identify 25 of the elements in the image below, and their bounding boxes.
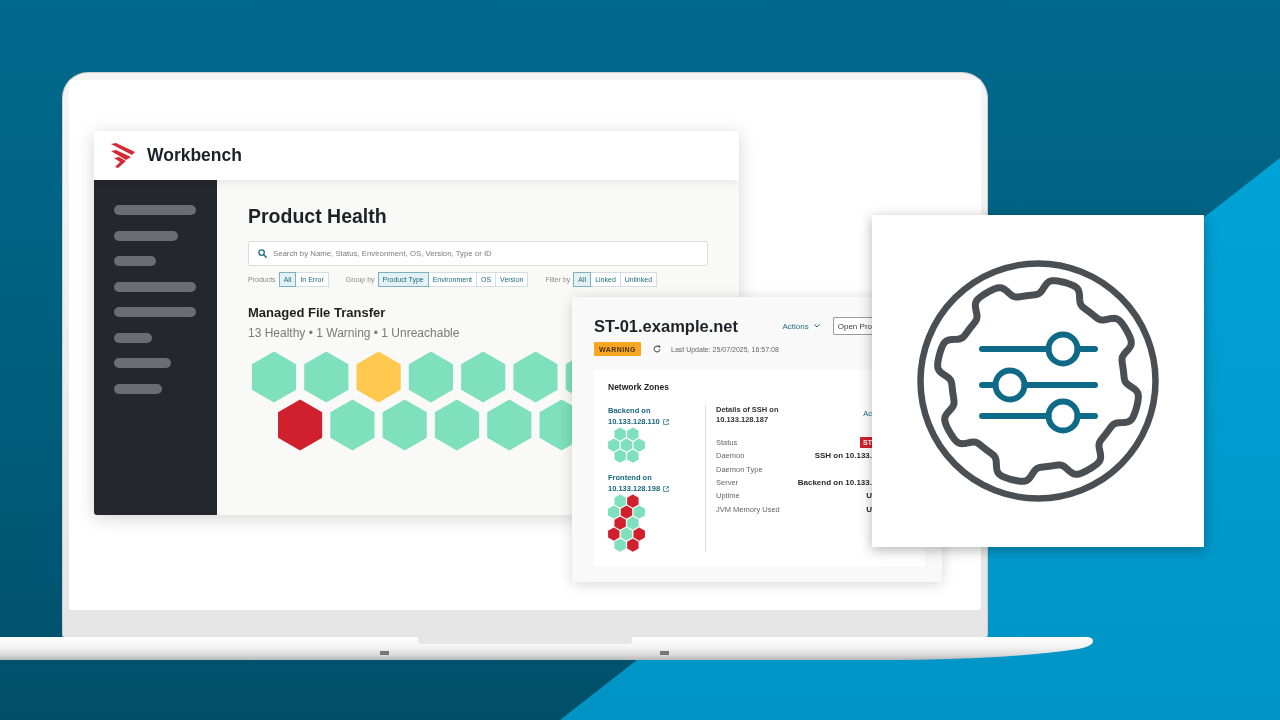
placeholder-bar — [114, 358, 171, 368]
section-title: Managed File Transfer — [248, 305, 386, 321]
refresh-icon[interactable] — [653, 345, 661, 353]
actions-menu[interactable]: Actions — [782, 321, 820, 331]
detail-value: Backend on 10.133. — [797, 478, 872, 488]
placeholder-bar — [114, 256, 156, 266]
detail-value: SSH on 10.133. — [814, 451, 872, 461]
placeholder-bar — [114, 383, 162, 394]
logo-icon — [110, 143, 136, 168]
search-icon — [258, 249, 267, 258]
placeholder-bar — [114, 332, 152, 343]
status-hexagon[interactable] — [278, 399, 323, 451]
status-summary: 13 Healthy • 1 Warning • 1 Unreachable — [248, 325, 460, 341]
page-title: Product Health — [248, 204, 387, 228]
external-link-icon — [663, 485, 670, 492]
detail-value: U — [866, 504, 872, 514]
detail-value: U — [866, 491, 872, 501]
app-title: Workbench — [147, 145, 242, 166]
external-link-icon — [662, 418, 669, 425]
chevron-down-icon — [813, 324, 820, 328]
placeholder-bar — [114, 230, 178, 241]
panel-title: Network Zones — [608, 382, 670, 392]
open-button[interactable]: Open Pro — [832, 317, 872, 335]
server-title: ST-01.example.net — [594, 316, 739, 337]
gear-sliders-icon — [916, 259, 1160, 503]
